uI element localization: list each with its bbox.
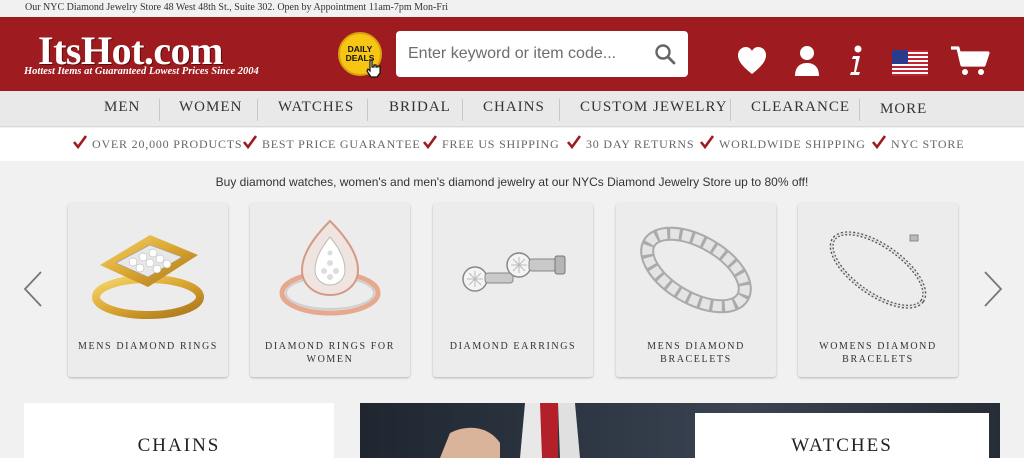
daily-deals-badge[interactable]: DAILY DEALS: [336, 30, 386, 80]
carousel-prev-arrow-icon[interactable]: [22, 270, 44, 308]
nav-divider: [462, 99, 463, 121]
nav-more[interactable]: MORE: [880, 101, 927, 118]
watches-banner[interactable]: WATCHES: [695, 413, 989, 458]
category-label: DIAMOND EARRINGS: [433, 340, 593, 353]
earrings-image: [462, 252, 566, 292]
perk-item: FREE US SHIPPING: [422, 135, 560, 152]
nav-custom-jewelry[interactable]: CUSTOM JEWELRY: [580, 99, 727, 116]
category-label: MENS DIAMOND RINGS: [68, 340, 228, 353]
perk-label: 30 DAY RETURNS: [586, 137, 695, 151]
nav-divider: [257, 99, 258, 121]
category-label-line2: BRACELETS: [842, 354, 914, 365]
checkmark-icon: [422, 135, 438, 150]
logo-tagline: Hottest Items at Guaranteed Lowest Price…: [24, 66, 259, 77]
category-label: DIAMOND RINGS FOR WOMEN: [250, 340, 410, 366]
category-label: WOMENS DIAMOND BRACELETS: [798, 340, 958, 366]
category-label: MENS DIAMOND BRACELETS: [616, 340, 776, 366]
nav-divider: [859, 99, 860, 121]
perk-item: 30 DAY RETURNS: [566, 135, 695, 152]
nav-divider: [367, 99, 368, 121]
category-label-line2: WOMEN: [306, 354, 354, 365]
category-label-line1: MENS DIAMOND: [647, 341, 745, 352]
benefits-bar: OVER 20,000 PRODUCTS BEST PRICE GUARANTE…: [0, 128, 1024, 161]
site-logo[interactable]: ItsHot.com Hottest Items at Guaranteed L…: [24, 28, 294, 81]
watches-banner-title: WATCHES: [791, 435, 893, 456]
category-card-diamond-rings-for-women[interactable]: DIAMOND RINGS FOR WOMEN: [250, 203, 410, 377]
carousel-next-arrow-icon[interactable]: [982, 270, 1004, 308]
nav-divider: [559, 99, 560, 121]
nav-divider: [730, 99, 731, 121]
perk-item: WORLDWIDE SHIPPING: [699, 135, 866, 152]
main-navigation: MEN WOMEN WATCHES BRIDAL CHAINS CUSTOM J…: [0, 91, 1024, 127]
mens-ring-image: [92, 235, 204, 319]
perk-label: NYC STORE: [891, 137, 965, 151]
womens-bracelet-image: [829, 231, 927, 309]
category-card-mens-diamond-rings[interactable]: MENS DIAMOND RINGS: [68, 203, 228, 377]
perk-item: OVER 20,000 PRODUCTS: [72, 135, 243, 152]
info-icon[interactable]: [848, 45, 864, 77]
heart-icon[interactable]: [736, 45, 768, 77]
us-flag-icon[interactable]: [892, 47, 928, 79]
category-card-mens-diamond-bracelets[interactable]: MENS DIAMOND BRACELETS: [616, 203, 776, 377]
checkmark-icon: [72, 135, 88, 150]
checkmark-icon: [871, 135, 887, 150]
search-bar: [396, 31, 688, 77]
mens-bracelet-image: [640, 226, 752, 314]
site-header: ItsHot.com Hottest Items at Guaranteed L…: [0, 17, 1024, 91]
checkmark-icon: [566, 135, 582, 150]
chains-banner[interactable]: CHAINS: [24, 403, 334, 458]
nav-divider: [159, 99, 160, 121]
perk-label: FREE US SHIPPING: [442, 137, 560, 151]
nav-watches[interactable]: WATCHES: [278, 99, 354, 116]
perk-item: NYC STORE: [871, 135, 965, 152]
nav-women[interactable]: WOMEN: [179, 99, 242, 116]
checkmark-icon: [242, 135, 258, 150]
womens-ring-image: [279, 219, 381, 316]
store-info-text: Our NYC Diamond Jewelry Store 48 West 48…: [25, 2, 449, 13]
user-icon[interactable]: [794, 45, 820, 77]
category-card-diamond-earrings[interactable]: DIAMOND EARRINGS: [433, 203, 593, 377]
nav-clearance[interactable]: CLEARANCE: [751, 99, 850, 116]
category-label-line2: BRACELETS: [660, 354, 732, 365]
perk-label: WORLDWIDE SHIPPING: [719, 137, 866, 151]
nav-bridal[interactable]: BRIDAL: [389, 99, 451, 116]
nav-men[interactable]: MEN: [104, 99, 140, 116]
perk-item: BEST PRICE GUARANTEE: [242, 135, 421, 152]
pointer-hand-icon: [366, 59, 381, 78]
chains-banner-title: CHAINS: [137, 435, 221, 456]
perk-label: BEST PRICE GUARANTEE: [262, 137, 421, 151]
search-icon[interactable]: [654, 43, 676, 65]
promo-text: Buy diamond watches, women's and men's d…: [215, 175, 809, 189]
store-info-bar: Our NYC Diamond Jewelry Store 48 West 48…: [0, 0, 1024, 17]
category-label-line1: DIAMOND EARRINGS: [449, 341, 577, 352]
perk-label: OVER 20,000 PRODUCTS: [92, 137, 243, 151]
category-label-line1: MENS DIAMOND RINGS: [78, 341, 218, 352]
checkmark-icon: [699, 135, 715, 150]
search-input[interactable]: [408, 31, 648, 77]
cart-icon[interactable]: [950, 45, 990, 77]
category-label-line1: DIAMOND RINGS FOR: [265, 341, 395, 352]
category-label-line1: WOMENS DIAMOND: [819, 341, 937, 352]
category-card-womens-diamond-bracelets[interactable]: WOMENS DIAMOND BRACELETS: [798, 203, 958, 377]
nav-chains[interactable]: CHAINS: [483, 99, 545, 116]
